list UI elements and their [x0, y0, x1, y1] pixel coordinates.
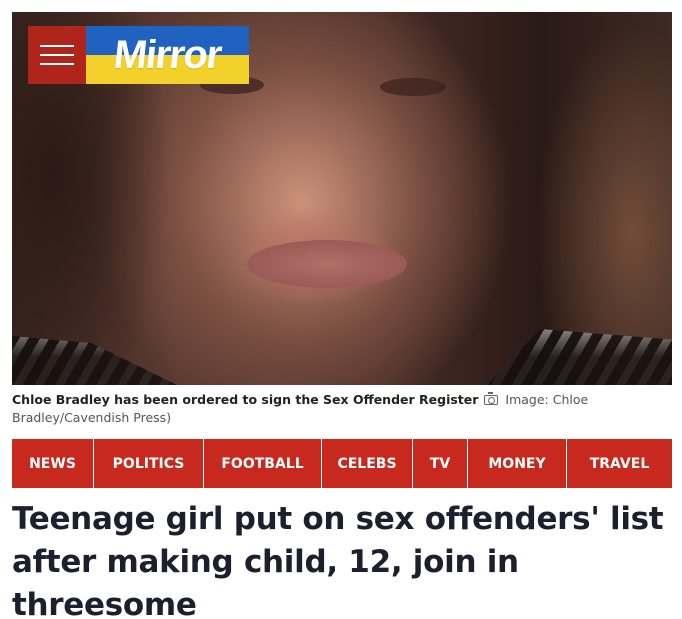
- site-header: Mirror: [28, 26, 249, 84]
- nav-item-football[interactable]: FOOTBALL: [204, 439, 322, 488]
- caption-text: Chloe Bradley has been ordered to sign t…: [12, 392, 479, 407]
- nav-item-news[interactable]: NEWS: [12, 439, 94, 488]
- hamburger-menu-button[interactable]: [28, 26, 86, 84]
- nav-item-tv[interactable]: TV: [413, 439, 468, 488]
- photo-caption: Chloe Bradley has been ordered to sign t…: [12, 391, 662, 427]
- camera-icon: [484, 392, 499, 405]
- nav-item-money[interactable]: MONEY: [468, 439, 567, 488]
- hamburger-icon-line: [40, 63, 74, 65]
- section-nav: NEWS POLITICS FOOTBALL CELEBS TV MONEY T…: [12, 439, 672, 488]
- hamburger-icon-line: [40, 45, 74, 47]
- article-headline: Teenage girl put on sex offenders' list …: [12, 501, 664, 619]
- hamburger-icon-line: [40, 54, 74, 56]
- photo-right-eye: [380, 78, 446, 96]
- photo-lips: [247, 240, 407, 288]
- logo-text: Mirror: [111, 32, 224, 77]
- mirror-logo[interactable]: Mirror: [86, 26, 249, 84]
- nav-item-travel[interactable]: TRAVEL: [567, 439, 672, 488]
- nav-item-politics[interactable]: POLITICS: [94, 439, 204, 488]
- nav-item-celebs[interactable]: CELEBS: [322, 439, 413, 488]
